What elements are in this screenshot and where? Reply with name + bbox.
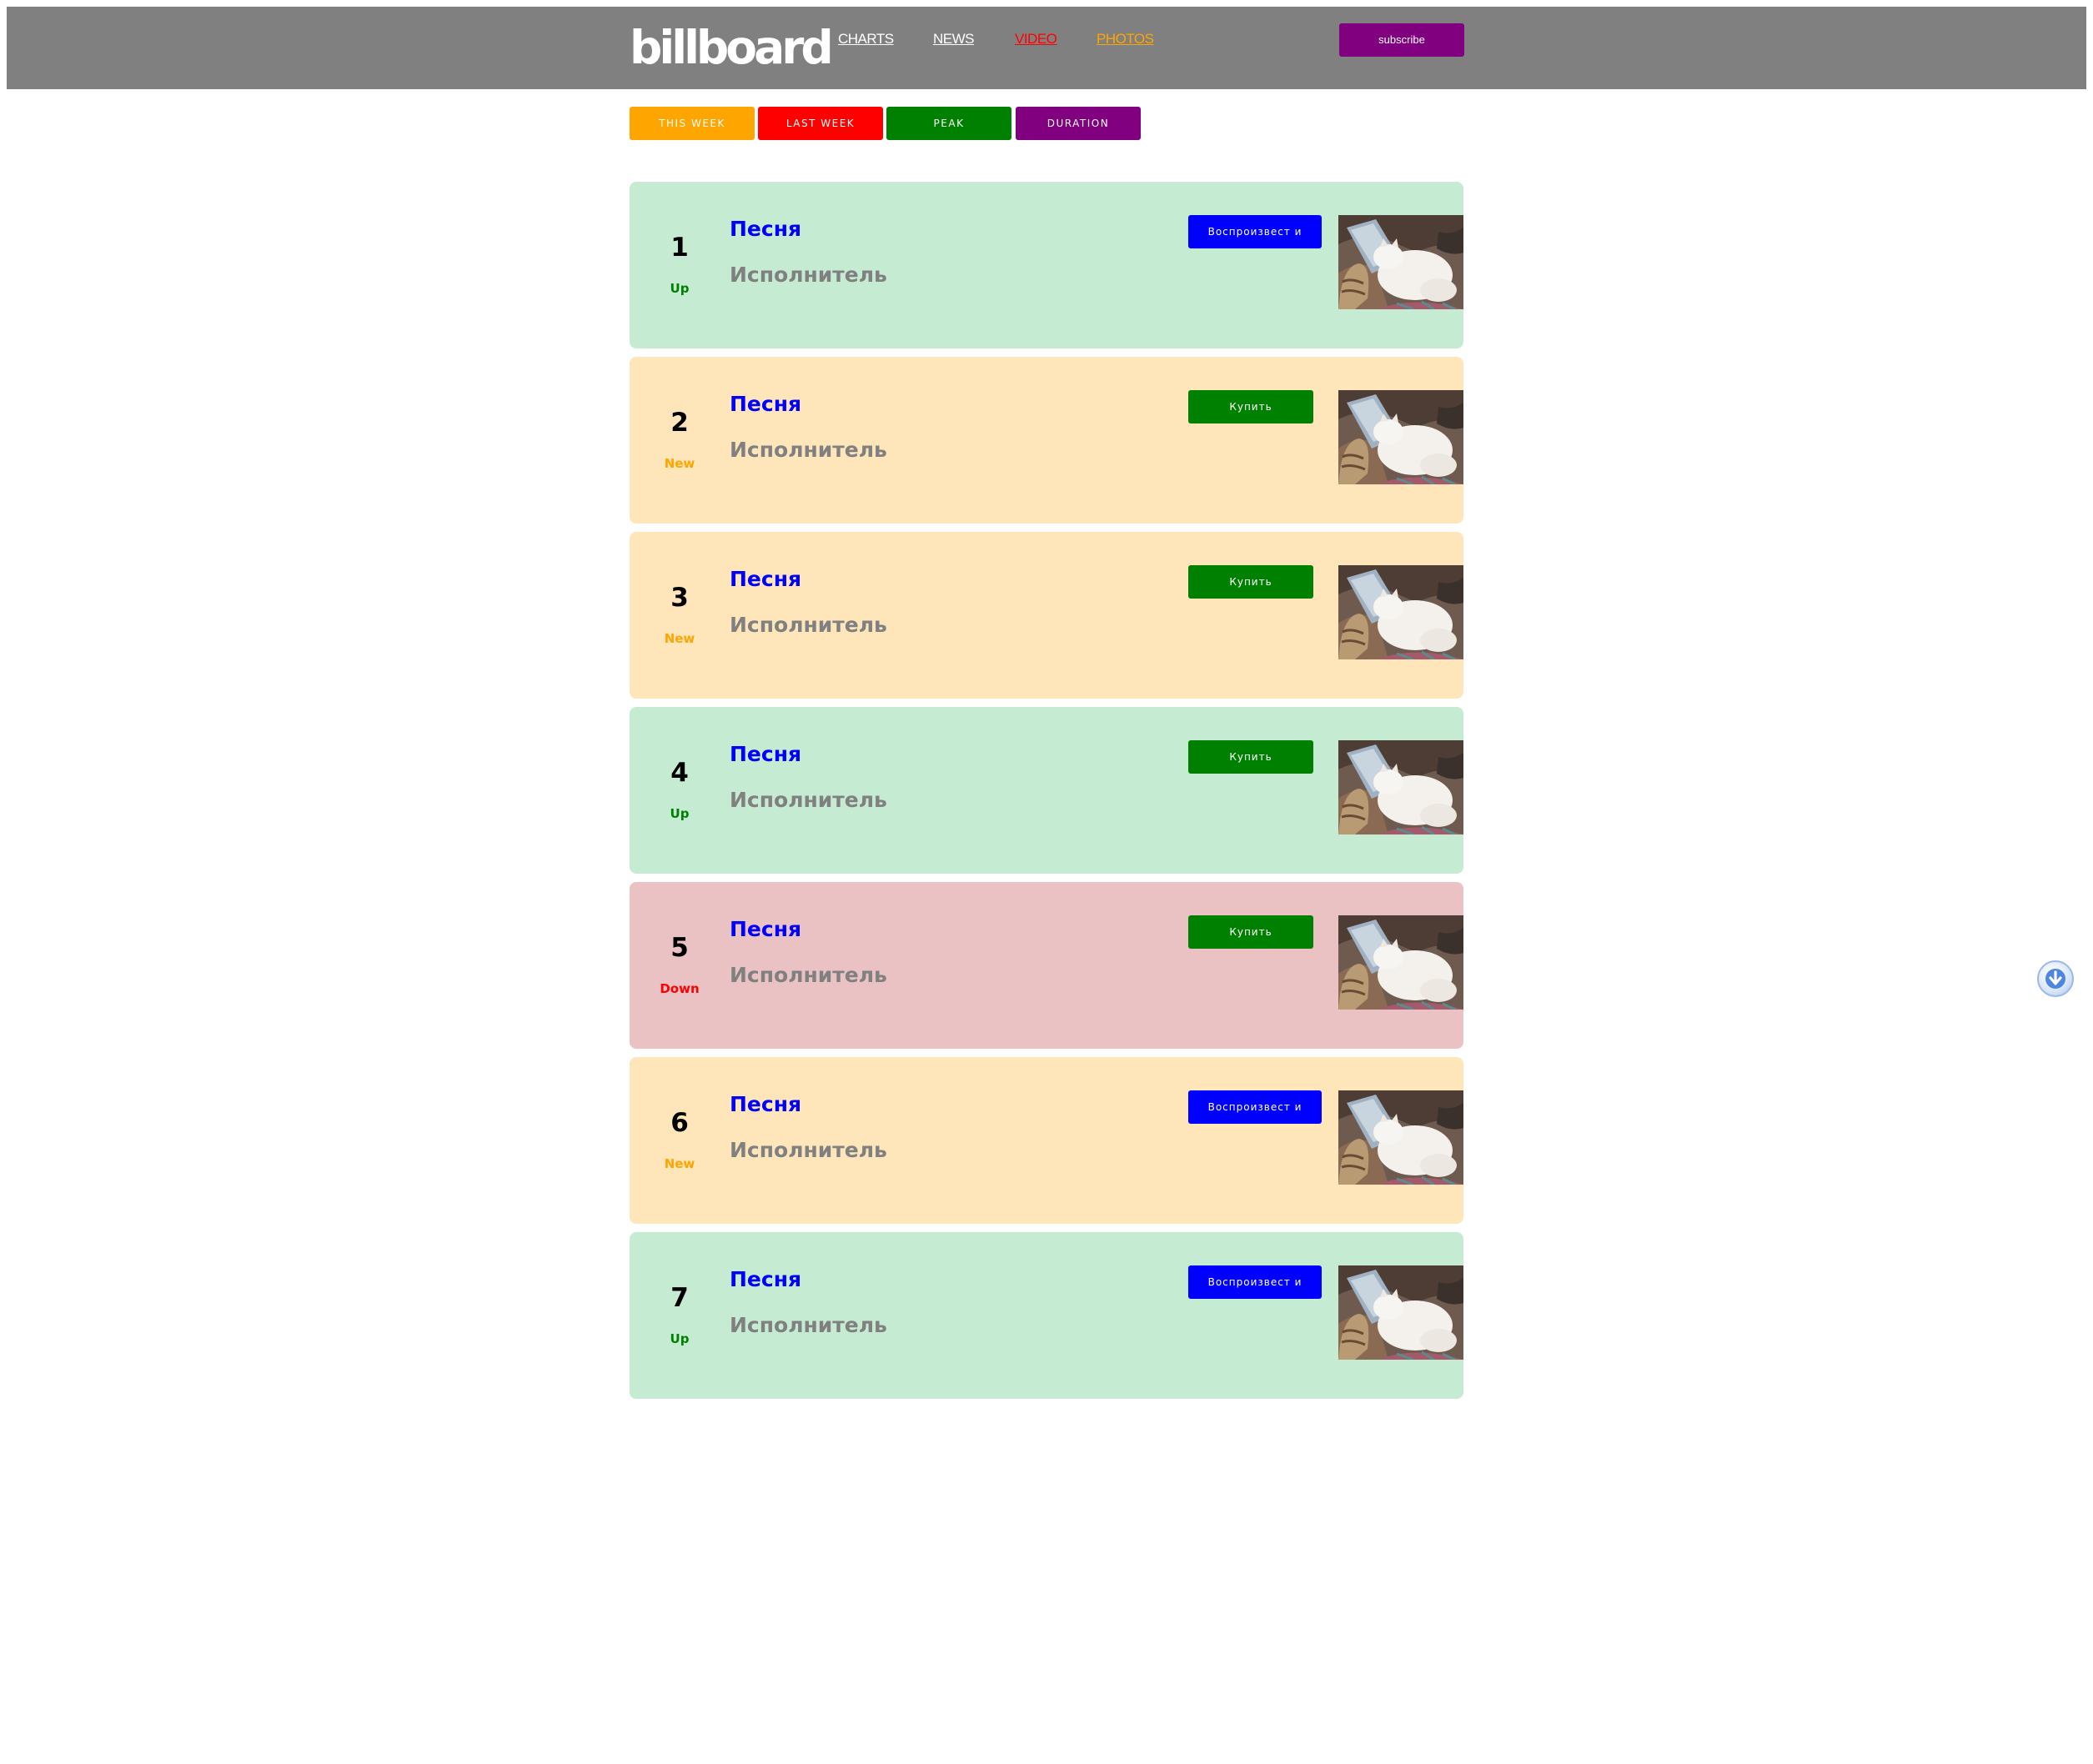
artist-name[interactable]: Исполнитель: [730, 1138, 887, 1163]
nav-link-news[interactable]: NEWS: [933, 30, 975, 48]
movement-label: Up: [670, 281, 690, 296]
chart-entry: 3 New Песня Исполнитель Купить: [630, 532, 1463, 699]
cover-image[interactable]: [1338, 915, 1463, 1010]
rank-number: 7: [670, 1283, 689, 1313]
artist-name[interactable]: Исполнитель: [730, 263, 887, 288]
movement-label: Down: [660, 981, 700, 996]
rank-number: 4: [670, 758, 689, 788]
cat-photo-image: [1338, 565, 1463, 659]
chart-entry: 5 Down Песня Исполнитель Купить: [630, 882, 1463, 1049]
cat-photo-image: [1338, 915, 1463, 1010]
artist-name[interactable]: Исполнитель: [730, 788, 887, 813]
buy-button[interactable]: Купить: [1188, 915, 1313, 949]
song-title[interactable]: Песня: [730, 217, 801, 242]
song-title[interactable]: Песня: [730, 917, 801, 942]
movement-label: Up: [670, 1331, 690, 1346]
artist-name[interactable]: Исполнитель: [730, 613, 887, 638]
buy-button[interactable]: Купить: [1188, 390, 1313, 423]
cat-photo-image: [1338, 390, 1463, 484]
song-title[interactable]: Песня: [730, 392, 801, 417]
song-title[interactable]: Песня: [730, 1092, 801, 1117]
cover-image[interactable]: [1338, 1265, 1463, 1360]
cover-image[interactable]: [1338, 1090, 1463, 1185]
chart-entry: 1 Up Песня Исполнитель Воспроизвест и: [630, 182, 1463, 348]
chart-entry: 4 Up Песня Исполнитель Купить: [630, 707, 1463, 874]
cover-image[interactable]: [1338, 565, 1463, 659]
arrow-down-circle-icon: [2045, 969, 2065, 989]
rank-number: 1: [670, 233, 689, 263]
song-title[interactable]: Песня: [730, 742, 801, 767]
artist-name[interactable]: Исполнитель: [730, 438, 887, 463]
nav-link-photos[interactable]: PHOTOS: [1097, 30, 1154, 48]
nav-link-video[interactable]: VIDEO: [1015, 30, 1057, 48]
cover-image[interactable]: [1338, 390, 1463, 484]
cat-photo-image: [1338, 1090, 1463, 1185]
song-title[interactable]: Песня: [730, 567, 801, 592]
rank-number: 3: [670, 583, 689, 613]
play-button[interactable]: Воспроизвест и: [1188, 1265, 1322, 1299]
artist-name[interactable]: Исполнитель: [730, 963, 887, 988]
cat-photo-image: [1338, 1265, 1463, 1360]
movement-label: Up: [670, 806, 690, 821]
tab-last-week[interactable]: LAST WEEK: [758, 107, 883, 140]
artist-name[interactable]: Исполнитель: [730, 1313, 887, 1338]
chart-tabs: THIS WEEK LAST WEEK PEAK DURATION: [630, 107, 1147, 140]
play-button[interactable]: Воспроизвест и: [1188, 215, 1322, 248]
song-title[interactable]: Песня: [730, 1267, 801, 1292]
chart-entry: 7 Up Песня Исполнитель Воспроизвест и: [630, 1232, 1463, 1399]
tab-peak[interactable]: PEAK: [886, 107, 1011, 140]
scroll-down-button[interactable]: [2037, 960, 2074, 997]
buy-button[interactable]: Купить: [1188, 565, 1313, 599]
rank-number: 5: [670, 933, 689, 963]
billboard-logo[interactable]: billboard: [630, 20, 834, 75]
buy-button[interactable]: Купить: [1188, 740, 1313, 774]
site-header: billboard CHARTS NEWS VIDEO PHOTOS subsc…: [7, 7, 2086, 89]
tab-this-week[interactable]: THIS WEEK: [630, 107, 755, 140]
cover-image[interactable]: [1338, 740, 1463, 834]
chart-entry: 6 New Песня Исполнитель Воспроизвест и: [630, 1057, 1463, 1224]
rank-number: 2: [670, 408, 689, 438]
chart-entry: 2 New Песня Исполнитель Купить: [630, 357, 1463, 524]
cover-image[interactable]: [1338, 215, 1463, 309]
movement-label: New: [664, 456, 695, 471]
nav-link-charts[interactable]: CHARTS: [838, 30, 894, 48]
tab-duration[interactable]: DURATION: [1016, 107, 1141, 140]
subscribe-button[interactable]: subscribe: [1339, 23, 1464, 57]
movement-label: New: [664, 631, 695, 646]
cat-photo-image: [1338, 740, 1463, 834]
movement-label: New: [664, 1156, 695, 1171]
cat-photo-image: [1338, 215, 1463, 309]
rank-number: 6: [670, 1108, 689, 1138]
play-button[interactable]: Воспроизвест и: [1188, 1090, 1322, 1124]
